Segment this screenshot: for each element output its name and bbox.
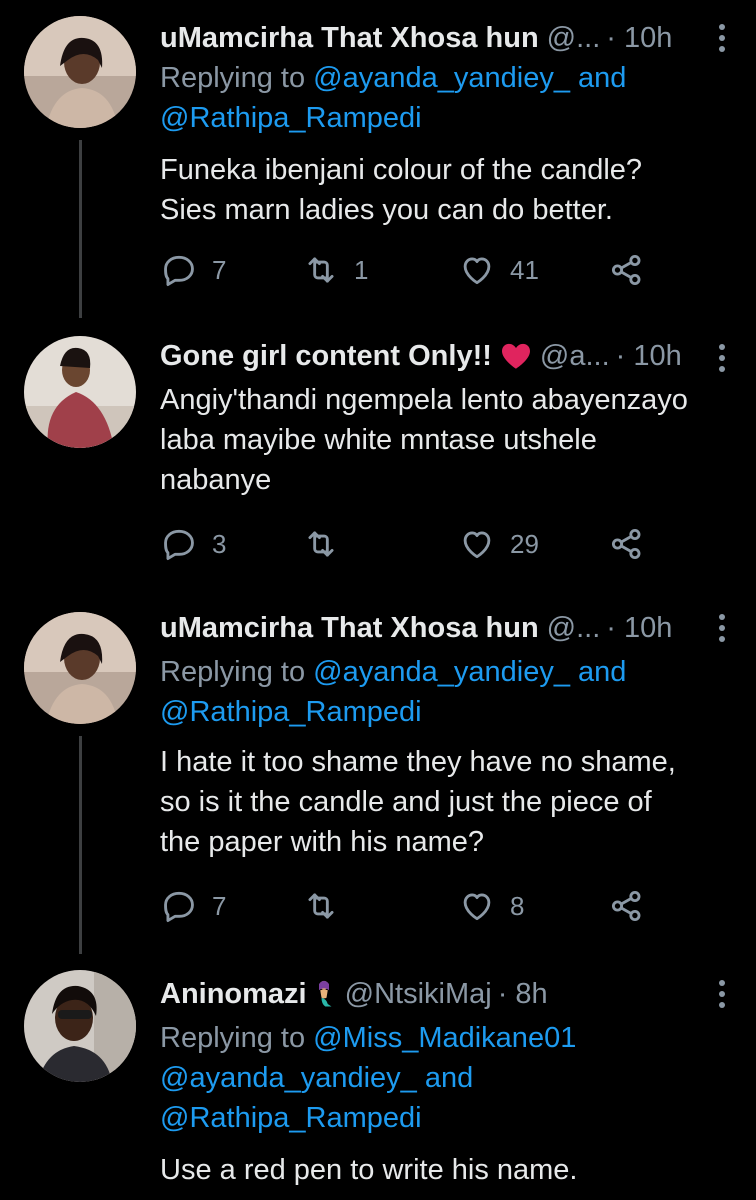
tweet-actions: 7 1 41 (160, 246, 680, 294)
tweet-text: Use a red pen to write his name. (160, 1150, 736, 1190)
tweet-header: Gone girl content Only!! @a... · 10h (160, 336, 736, 376)
tweet-1[interactable]: uMamcirha That Xhosa hun @... · 10h Repl… (0, 0, 756, 318)
retweet-icon (308, 893, 334, 919)
like-icon (463, 531, 491, 559)
mention-link[interactable]: @ayanda_yandiey_ (313, 62, 570, 94)
share-button[interactable] (608, 520, 646, 568)
reply-icon (164, 529, 194, 560)
tweet-header: uMamcirha That Xhosa hun @... · 10h (160, 18, 736, 58)
avatar[interactable] (24, 612, 136, 724)
tweet-actions: 3 29 (160, 520, 680, 568)
tweet-4[interactable]: Aninomazi @NtsikiMaj · 8h Replying to @M… (0, 954, 756, 1200)
tweet-text: Funeka ibenjani colour of the candle? Si… (160, 150, 736, 230)
tweet-3[interactable]: uMamcirha That Xhosa hun @... · 10h Repl… (0, 588, 756, 954)
tweet-text-line: Use a red pen to write his name. (160, 1154, 578, 1186)
reply-icon (164, 255, 194, 286)
share-button[interactable] (608, 882, 646, 930)
retweet-button[interactable] (302, 882, 354, 930)
timestamp[interactable]: · 10h (606, 22, 672, 55)
reply-count: 7 (212, 890, 227, 921)
tweet-text-line: laba mayibe white mntase utshele (160, 424, 597, 456)
like-count: 29 (510, 528, 539, 559)
tweet-text-line: the paper with his name? (160, 826, 485, 858)
mention-link[interactable]: @Rathipa_Rampedi (160, 1102, 422, 1134)
more-options-icon[interactable] (718, 24, 726, 52)
reply-context: Replying to @ayanda_yandiey_ and @Rathip… (160, 58, 736, 138)
reply-context: Replying to @Miss_Madikane01 @ayanda_yan… (160, 1018, 736, 1138)
tweet-text-line: nabanye (160, 464, 272, 496)
avatar[interactable] (24, 970, 136, 1082)
like-icon (463, 893, 491, 921)
share-icon (611, 890, 641, 922)
mention-link[interactable]: @ayanda_yandiey_ (160, 1062, 417, 1094)
tweet-text: Angiy'thandi ngempela lento abayenzayo l… (160, 380, 736, 500)
retweet-button[interactable]: 1 (302, 246, 368, 294)
like-icon (463, 257, 491, 285)
reply-count: 3 (212, 528, 227, 559)
like-count: 8 (510, 890, 525, 921)
replying-to-label: Replying to (160, 1022, 306, 1054)
tweet-header: Aninomazi @NtsikiMaj · 8h (160, 974, 736, 1014)
username[interactable]: @NtsikiMaj (345, 978, 492, 1011)
like-button[interactable]: 41 (458, 246, 539, 294)
mermaid-emoji-icon (318, 980, 332, 1007)
more-options-icon[interactable] (718, 614, 726, 642)
reply-icon (164, 891, 194, 922)
retweet-icon (308, 531, 334, 557)
retweet-count: 1 (354, 254, 369, 285)
retweet-button[interactable] (302, 520, 354, 568)
avatar[interactable] (24, 16, 136, 128)
reply-button[interactable]: 3 (160, 520, 226, 568)
retweet-icon (308, 257, 334, 283)
mention-link[interactable]: @ayanda_yandiey_ (313, 656, 570, 688)
like-button[interactable]: 29 (458, 520, 539, 568)
red-heart-emoji-icon (501, 343, 530, 369)
tweet-text-line: Sies marn ladies you can do better. (160, 194, 613, 226)
reply-count: 7 (212, 254, 227, 285)
tweet-text-line: I hate it too shame they have no shame, (160, 746, 676, 778)
username[interactable]: @... (547, 22, 601, 55)
tweet-2[interactable]: Gone girl content Only!! @a... · 10h Ang… (0, 318, 756, 588)
and-others-link[interactable]: and (425, 1062, 473, 1094)
tweet-text-line: Funeka ibenjani colour of the candle? (160, 154, 643, 186)
display-name[interactable]: Aninomazi (160, 978, 307, 1011)
and-others-link[interactable]: and (578, 62, 626, 94)
reply-context: Replying to @ayanda_yandiey_ and @Rathip… (160, 652, 736, 732)
thread-line (79, 736, 82, 954)
timestamp[interactable]: · 10h (606, 612, 672, 645)
username[interactable]: @a... (540, 340, 610, 373)
share-icon (611, 528, 641, 560)
timestamp[interactable]: · 8h (498, 978, 548, 1011)
username[interactable]: @... (547, 612, 601, 645)
more-options-icon[interactable] (718, 344, 726, 372)
replying-to-label: Replying to (160, 656, 306, 688)
mention-link[interactable]: @Rathipa_Rampedi (160, 696, 422, 728)
like-button[interactable]: 8 (458, 882, 524, 930)
share-button[interactable] (608, 246, 646, 294)
reply-button[interactable]: 7 (160, 882, 226, 930)
reply-button[interactable]: 7 (160, 246, 226, 294)
tweet-text: I hate it too shame they have no shame, … (160, 742, 736, 862)
and-others-link[interactable]: and (578, 656, 626, 688)
more-options-icon[interactable] (718, 980, 726, 1008)
thread-line (79, 140, 82, 318)
like-count: 41 (510, 254, 539, 285)
replying-to-label: Replying to (160, 62, 306, 94)
tweet-actions: 7 8 (160, 882, 680, 930)
mention-link[interactable]: @Rathipa_Rampedi (160, 102, 422, 134)
avatar[interactable] (24, 336, 136, 448)
display-name[interactable]: uMamcirha That Xhosa hun (160, 22, 539, 55)
display-name[interactable]: Gone girl content Only!! (160, 340, 492, 373)
share-icon (611, 254, 641, 286)
tweet-text-line: so is it the candle and just the piece o… (160, 786, 652, 818)
mention-link[interactable]: @Miss_Madikane01 (313, 1022, 576, 1054)
tweet-header: uMamcirha That Xhosa hun @... · 10h (160, 608, 736, 648)
tweet-text-line: Angiy'thandi ngempela lento abayenzayo (160, 384, 688, 416)
timestamp[interactable]: · 10h (616, 340, 682, 373)
display-name[interactable]: uMamcirha That Xhosa hun (160, 612, 539, 645)
